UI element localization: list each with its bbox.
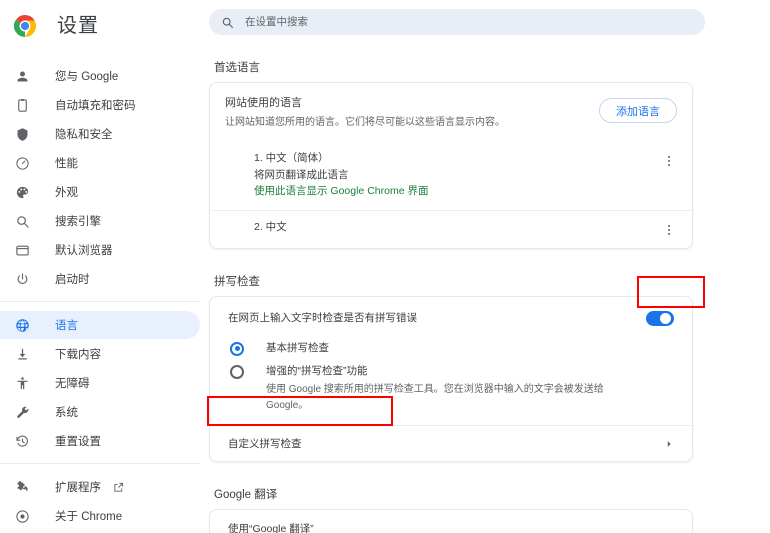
wrench-icon [14,404,31,421]
restore-icon [14,433,31,450]
spellcheck-option-basic[interactable]: 基本拼写检查 [210,341,692,363]
language-name: 1. 中文（简体） [254,152,329,165]
person-icon [14,68,31,85]
spellcheck-toggle-row: 在网页上输入文字时检查是否有拼写错误 [210,297,692,341]
browser-window-icon [14,242,31,259]
language-ui-link[interactable]: 使用此语言显示 Google Chrome 界面 [254,183,661,199]
kebab-menu-icon[interactable] [661,153,677,169]
option-label: 基本拼写检查 [266,341,329,354]
spellcheck-option-enhanced[interactable]: 增强的“拼写检查”功能 使用 Google 搜索所用的拼写检查工具。您在浏览器中… [210,362,692,425]
radio-selected-icon[interactable] [230,341,244,356]
clipboard-icon [14,97,31,114]
sidebar-item-label: 关于 Chrome [55,511,123,523]
spellcheck-toggle-label: 在网页上输入文字时检查是否有拼写错误 [228,311,417,324]
sidebar-item-label: 语言 [55,320,78,332]
search-input[interactable] [243,15,663,29]
sidebar-item-label: 下载内容 [55,349,101,361]
speedometer-icon [14,155,31,172]
sidebar-item-label: 自动填充和密码 [55,100,136,112]
language-row[interactable]: 2. 中文 [210,209,692,248]
language-name: 2. 中文 [254,220,287,233]
search-bar[interactable] [209,9,705,35]
option-description: 使用 Google 搜索所用的拼写检查工具。您在浏览器中输入的文字会被发送给 G… [266,384,604,411]
sidebar-item-downloads[interactable]: 下载内容 [0,340,200,368]
radio-unselected-icon[interactable] [230,365,244,380]
open-in-new-icon [113,482,124,493]
spell-check-heading: 拼写检查 [214,275,260,288]
sidebar-item-about-chrome[interactable]: 关于 Chrome [0,502,200,530]
chevron-right-icon [664,439,674,449]
translate-title: 使用“Google 翻译” [228,523,314,533]
sidebar-item-label: 性能 [55,158,78,170]
languages-card-title: 网站使用的语言 [225,97,302,109]
sidebar-item-you-and-google[interactable]: 您与 Google [0,62,200,90]
sidebar-item-label: 隐私和安全 [55,129,113,141]
search-icon [14,213,31,230]
sidebar-item-autofill[interactable]: 自动填充和密码 [0,91,200,119]
sidebar-item-label: 启动时 [55,274,90,286]
languages-card-header: 网站使用的语言 让网站知道您所用的语言。它们将尽可能以这些语言显示内容。 添加语… [210,83,692,142]
google-translate-heading: Google 翻译 [214,489,278,502]
sidebar-divider-1 [0,301,200,302]
sidebar-item-appearance[interactable]: 外观 [0,178,200,206]
main-content: 首选语言 网站使用的语言 让网站知道您所用的语言。它们将尽可能以这些语言显示内容… [200,0,770,533]
sidebar-item-extensions[interactable]: 扩展程序 [0,473,200,501]
languages-card-subtitle: 让网站知道您所用的语言。它们将尽可能以这些语言显示内容。 [225,116,505,128]
sidebar-divider-2 [0,463,200,464]
spell-check-card: 在网页上输入文字时检查是否有拼写错误 基本拼写检查 增强的“拼写检查”功能 使用… [209,295,693,463]
sidebar-item-label: 系统 [55,407,78,419]
sidebar-item-label: 外观 [55,187,78,199]
add-language-button[interactable]: 添加语言 [599,98,677,123]
sidebar-item-label: 默认浏览器 [55,245,113,257]
shield-icon [14,126,31,143]
page-title: 设置 [57,15,99,37]
sidebar-item-default-browser[interactable]: 默认浏览器 [0,236,200,264]
custom-spellcheck-row[interactable]: 自定义拼写检查 [210,425,692,461]
preferred-languages-card: 网站使用的语言 让网站知道您所用的语言。它们将尽可能以这些语言显示内容。 添加语… [209,82,693,249]
toggle-knob [660,313,671,325]
chrome-circle-icon [14,508,31,525]
settings-content: 首选语言 网站使用的语言 让网站知道您所用的语言。它们将尽可能以这些语言显示内容… [200,59,770,533]
sidebar-item-privacy-security[interactable]: 隐私和安全 [0,120,200,148]
sidebar-item-on-startup[interactable]: 启动时 [0,265,200,293]
sidebar: 设置 您与 Google 自动填充和密码 隐私和安全 性能 外观 搜索引擎 默认… [0,0,200,533]
search-bar-container [200,0,770,35]
kebab-menu-icon[interactable] [661,222,677,238]
sidebar-item-label: 扩展程序 [55,482,101,494]
sidebar-item-performance[interactable]: 性能 [0,149,200,177]
sidebar-item-label: 搜索引擎 [55,216,101,228]
settings-page: 设置 您与 Google 自动填充和密码 隐私和安全 性能 外观 搜索引擎 默认… [0,0,770,533]
translate-toggle-row: 使用“Google 翻译” 当此功能处于开启状态时，“Google 翻译”会询问… [210,510,692,533]
preferred-languages-heading: 首选语言 [214,62,260,74]
sidebar-item-label: 您与 Google [55,71,119,83]
language-note: 将网页翻译成此语言 [254,169,349,182]
google-translate-card: 使用“Google 翻译” 当此功能处于开启状态时，“Google 翻译”会询问… [209,509,693,533]
download-icon [14,346,31,363]
puzzle-icon [14,479,31,496]
sidebar-item-label: 重置设置 [55,436,101,448]
brand-header: 设置 [0,2,200,50]
accessibility-icon [14,375,31,392]
language-row[interactable]: 1. 中文（简体） 将网页翻译成此语言 使用此语言显示 Google Chrom… [210,142,692,209]
sidebar-item-label: 无障碍 [55,378,90,390]
sidebar-item-reset-settings[interactable]: 重置设置 [0,427,200,455]
sidebar-nav: 您与 Google 自动填充和密码 隐私和安全 性能 外观 搜索引擎 默认浏览器… [0,62,200,530]
search-icon [221,16,234,29]
sidebar-item-accessibility[interactable]: 无障碍 [0,369,200,397]
custom-spellcheck-label: 自定义拼写检查 [228,438,302,451]
palette-icon [14,184,31,201]
power-icon [14,271,31,288]
chrome-logo [13,14,37,38]
sidebar-item-languages[interactable]: 语言 [0,311,200,339]
globe-icon [14,317,31,334]
spellcheck-toggle[interactable] [646,311,674,327]
sidebar-item-search-engine[interactable]: 搜索引擎 [0,207,200,235]
option-label: 增强的“拼写检查”功能 [266,365,368,378]
sidebar-item-system[interactable]: 系统 [0,398,200,426]
